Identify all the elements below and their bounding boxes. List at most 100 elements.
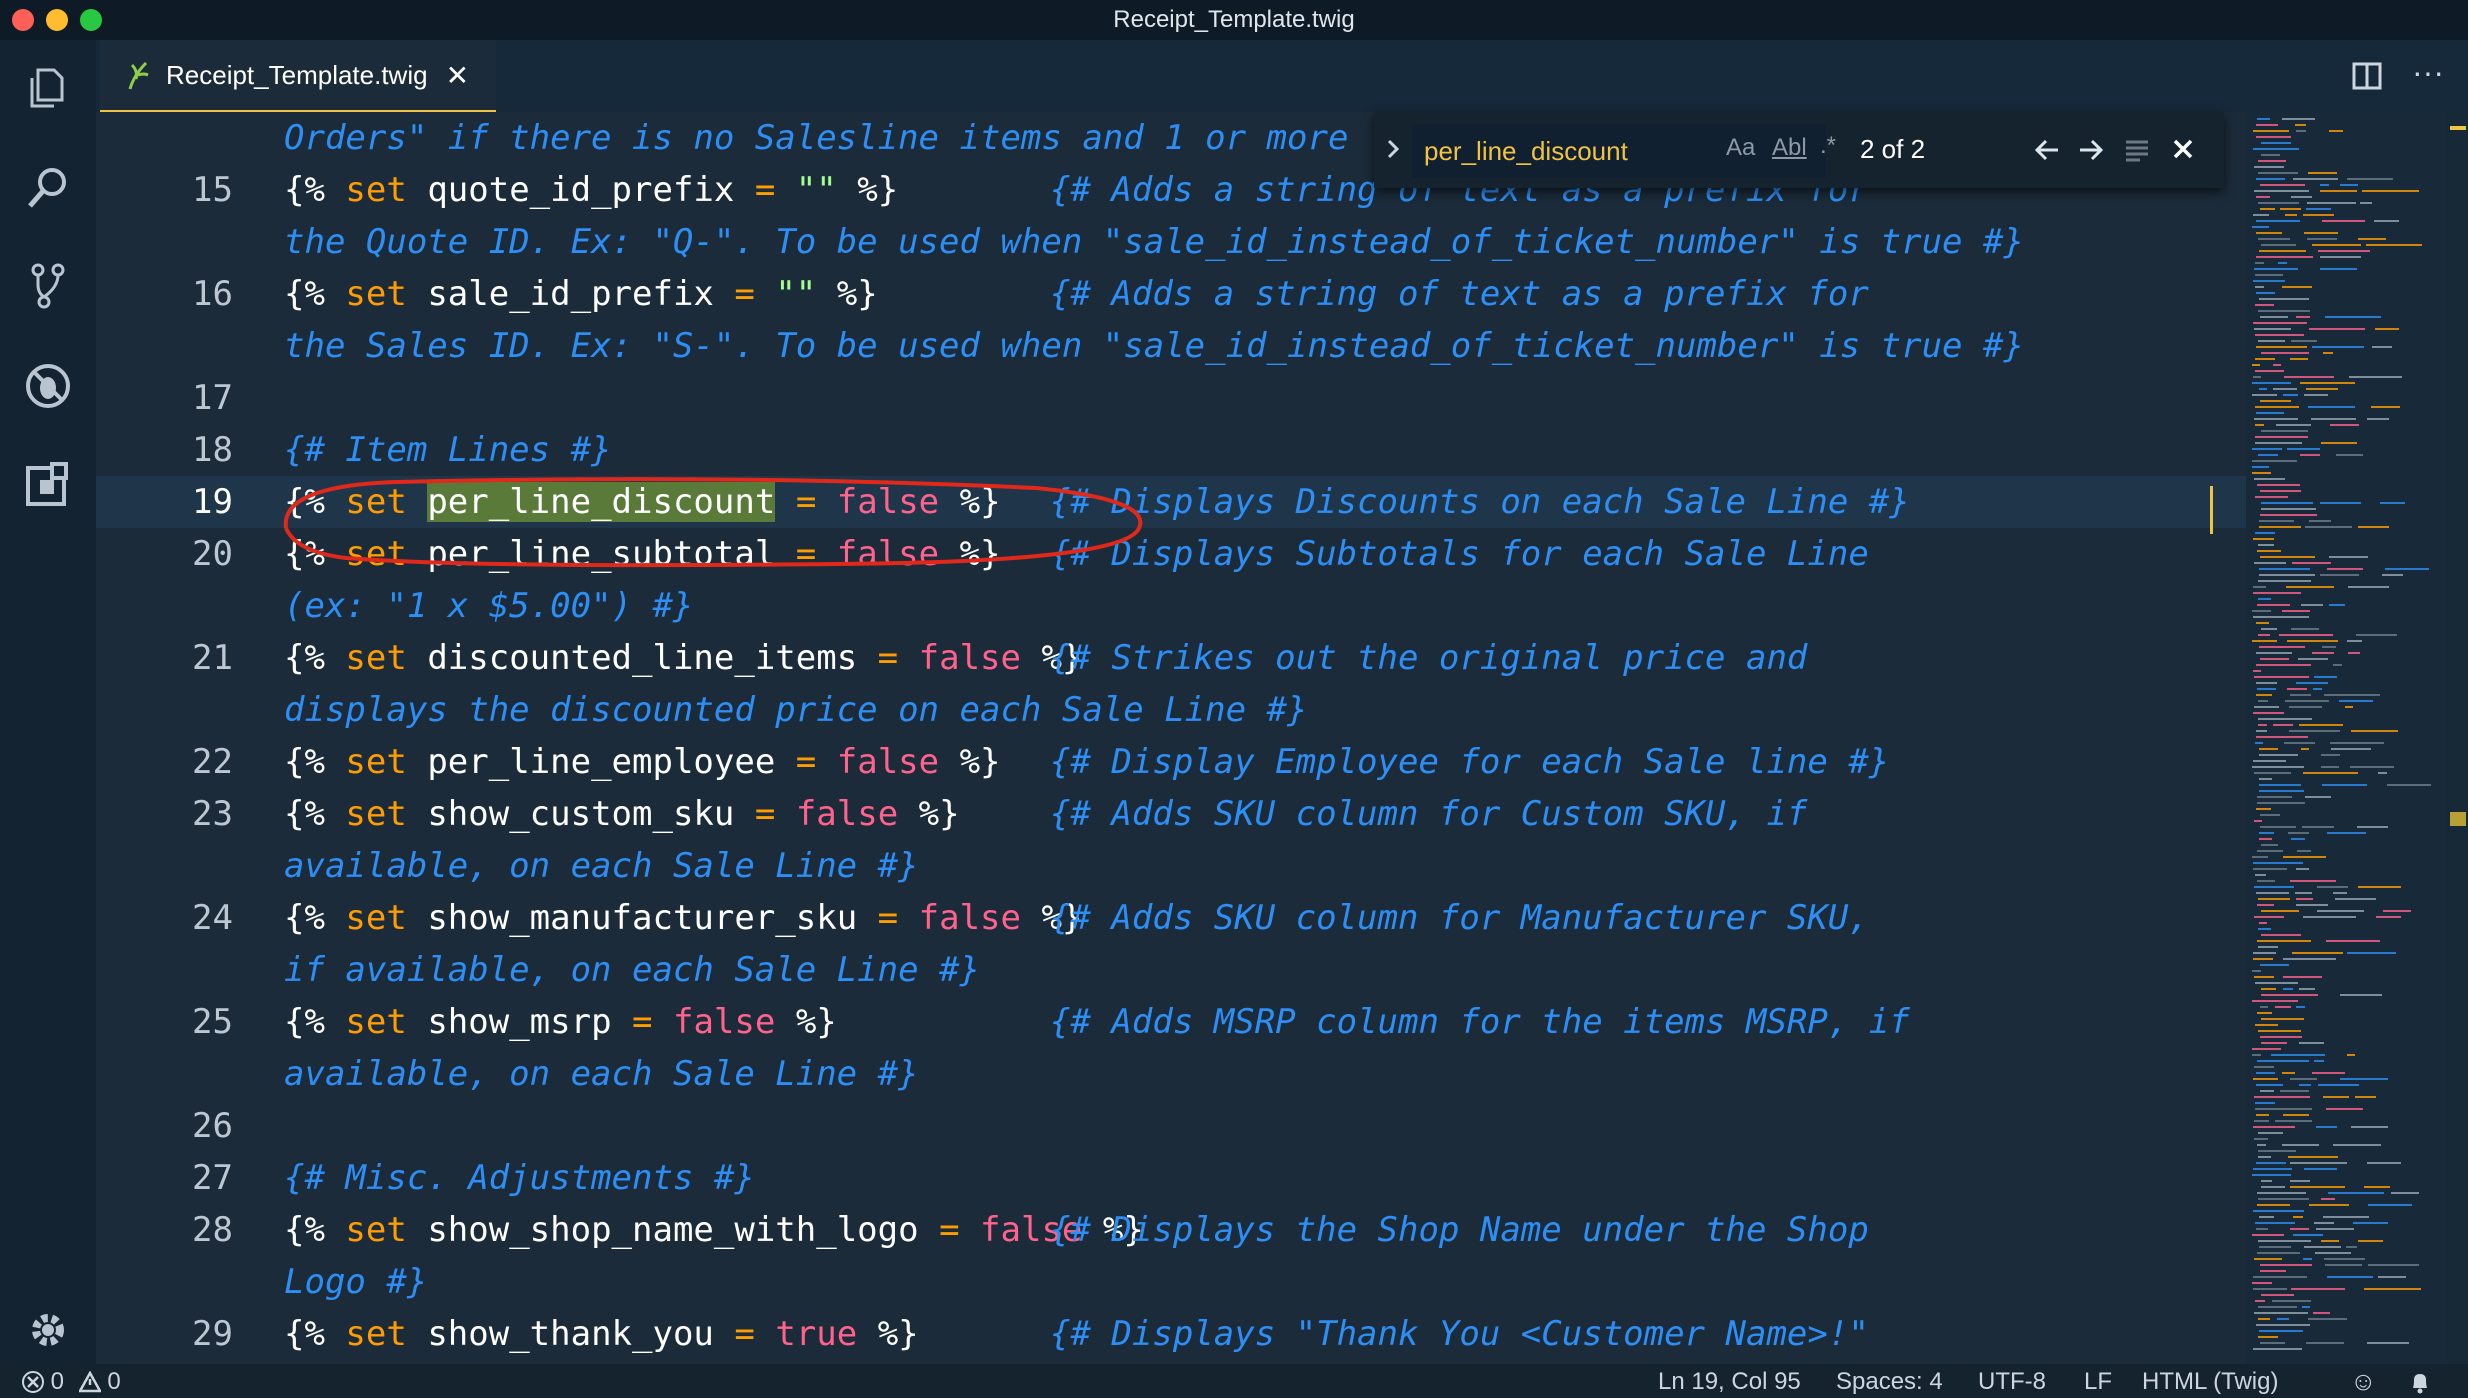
minimap-line	[2288, 832, 2309, 834]
gear-icon[interactable]	[24, 1306, 72, 1354]
smiley-icon[interactable]: ☺	[2350, 1366, 2377, 1397]
minimap-line	[2253, 868, 2287, 870]
minimap-line	[2321, 442, 2357, 444]
tab-receipt-template[interactable]: Receipt_Template.twig ✕	[100, 40, 496, 113]
minimap-line	[2252, 1000, 2298, 1002]
minimap-line	[2259, 1246, 2291, 1248]
code-editor[interactable]: Orders" if there is no Salesline items a…	[96, 112, 2246, 1364]
wrapped-line: Logo #}	[96, 1256, 2246, 1308]
minimap-line	[2260, 316, 2288, 318]
minimap-line	[2254, 478, 2285, 480]
minimap-line	[2304, 394, 2328, 396]
match-case-icon[interactable]: Aa	[1726, 134, 1755, 162]
minimap-line	[2253, 1126, 2295, 1128]
minimap-line	[2307, 238, 2337, 240]
minimap-line	[2320, 574, 2359, 576]
next-match-icon[interactable]	[2078, 138, 2104, 162]
toggle-replace-icon[interactable]	[1386, 138, 1400, 160]
minimap-line	[2358, 238, 2386, 240]
minimap-line	[2290, 694, 2311, 696]
minimap-line	[2253, 1168, 2292, 1170]
minimap-line	[2283, 1114, 2309, 1116]
minimap-line	[2252, 766, 2304, 768]
close-window-button[interactable]	[12, 9, 34, 31]
minimap-line	[2301, 748, 2309, 750]
encoding[interactable]: UTF-8	[1978, 1368, 2046, 1396]
minimap-line	[2323, 352, 2333, 354]
debug-icon[interactable]	[24, 362, 72, 410]
minimap-line	[2260, 184, 2305, 186]
search-icon[interactable]	[24, 164, 72, 212]
comment-text: Logo #}	[284, 1262, 428, 1302]
minimap-line	[2252, 226, 2269, 228]
close-find-icon[interactable]	[2172, 138, 2194, 160]
minimap-line	[2283, 976, 2322, 978]
minimap[interactable]	[2246, 112, 2446, 1364]
indentation[interactable]: Spaces: 4	[1836, 1368, 1943, 1396]
minimize-window-button[interactable]	[46, 9, 68, 31]
comment-text: the Sales ID. Ex: "S-". To be used when …	[284, 326, 2024, 366]
minimap-line	[2391, 1192, 2419, 1194]
cursor-position[interactable]: Ln 19, Col 95	[1658, 1368, 1801, 1396]
minimap-line	[2327, 832, 2366, 834]
previous-match-icon[interactable]	[2034, 138, 2060, 162]
regex-icon[interactable]: .*	[1820, 132, 1836, 160]
split-editor-icon[interactable]	[2352, 62, 2382, 90]
minimap-line	[2256, 256, 2313, 258]
minimap-line	[2257, 1060, 2309, 1062]
minimap-line	[2260, 400, 2291, 402]
minimap-line	[2321, 1240, 2339, 1242]
find-in-selection-icon[interactable]	[2124, 138, 2150, 162]
extensions-icon[interactable]	[24, 460, 72, 508]
minimap-line	[2309, 520, 2331, 522]
minimap-line	[2261, 154, 2280, 156]
activity-bar	[0, 40, 96, 1364]
files-icon[interactable]	[24, 64, 72, 112]
minimap-line	[2258, 580, 2311, 582]
warning-count: 0	[107, 1368, 121, 1395]
minimap-line	[2260, 1342, 2285, 1344]
source-control-icon[interactable]	[24, 262, 72, 310]
minimap-line	[2349, 376, 2402, 378]
minimap-line	[2259, 832, 2274, 834]
minimap-line	[2325, 1264, 2362, 1266]
minimap-line	[2261, 994, 2318, 996]
more-icon[interactable]: ···	[2412, 54, 2444, 91]
find-input[interactable]	[1412, 124, 1826, 178]
minimap-line	[2257, 688, 2276, 690]
comment-text: displays the discounted price on each Sa…	[284, 690, 1308, 730]
minimap-line	[2253, 670, 2261, 672]
whole-word-icon[interactable]: Abl	[1772, 134, 1807, 162]
end-of-line[interactable]: LF	[2084, 1368, 2112, 1396]
maximize-window-button[interactable]	[80, 9, 102, 31]
minimap-line	[2257, 604, 2290, 606]
minimap-line	[2261, 988, 2276, 990]
minimap-line	[2360, 202, 2372, 204]
minimap-line	[2257, 550, 2281, 552]
minimap-line	[2368, 1264, 2419, 1266]
minimap-line	[2256, 124, 2278, 126]
inline-comment: {# Displays the Shop Name under the Shop	[1050, 1210, 1869, 1250]
vertical-scrollbar[interactable]	[2446, 112, 2468, 1364]
problems-indicator[interactable]: 0 0	[22, 1368, 121, 1396]
bell-icon[interactable]	[2408, 1370, 2432, 1394]
minimap-line	[2367, 1342, 2409, 1344]
minimap-line	[2362, 190, 2419, 192]
minimap-line	[2259, 568, 2310, 570]
minimap-line	[2299, 1042, 2324, 1044]
minimap-line	[2275, 1006, 2291, 1008]
warning-icon	[77, 1370, 102, 1393]
minimap-line	[2256, 694, 2272, 696]
minimap-line	[2290, 880, 2336, 882]
minimap-line	[2253, 538, 2274, 540]
minimap-line	[2255, 436, 2308, 438]
inline-comment: {# Adds MSRP column for the items MSRP, …	[1050, 1002, 1910, 1042]
minimap-line	[2273, 724, 2293, 726]
language-mode[interactable]: HTML (Twig)	[2142, 1368, 2278, 1396]
twig-file-icon	[128, 61, 149, 90]
code-text: {% set quote_id_prefix = "" %}	[284, 170, 899, 210]
close-icon[interactable]: ✕	[446, 59, 469, 92]
minimap-line	[2253, 862, 2303, 864]
minimap-line	[2322, 646, 2336, 648]
minimap-line	[2328, 1192, 2384, 1194]
